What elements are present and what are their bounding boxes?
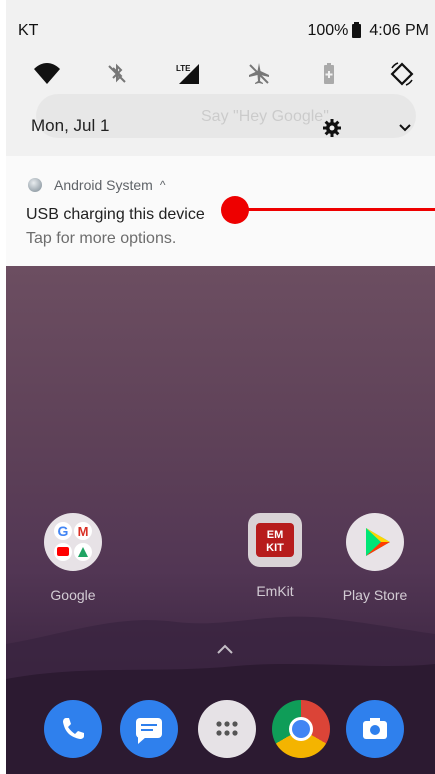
touch-trace-line xyxy=(246,208,435,211)
auto-rotate-icon[interactable] xyxy=(384,56,420,92)
app-google-folder[interactable]: G M Google xyxy=(38,513,108,603)
app-drawer-icon[interactable] xyxy=(198,700,256,758)
messages-icon[interactable] xyxy=(120,700,178,758)
app-play-store[interactable]: Play Store xyxy=(340,513,410,603)
svg-text:EM: EM xyxy=(267,529,284,541)
status-bar: KT 100% 4:06 PM xyxy=(6,0,435,40)
date-row: Mon, Jul 1 xyxy=(6,110,435,146)
android-system-icon xyxy=(28,178,42,192)
svg-text:G: G xyxy=(58,523,69,539)
notification-title: USB charging this device xyxy=(26,206,205,223)
battery-percent: 100% xyxy=(307,22,349,39)
notification-text: Tap for more options. xyxy=(26,230,177,247)
svg-text:M: M xyxy=(78,524,89,539)
app-label: Google xyxy=(50,587,96,603)
google-folder-icon: G M xyxy=(44,513,102,571)
battery-saver-icon[interactable] xyxy=(311,56,347,92)
chrome-icon[interactable] xyxy=(272,700,330,758)
expand-chevron-icon[interactable]: ^ xyxy=(160,178,166,192)
quick-settings-tiles: LTE xyxy=(6,56,435,92)
airplane-mode-icon[interactable] xyxy=(241,56,277,92)
clock: 4:06 PM xyxy=(369,22,429,39)
camera-icon[interactable] xyxy=(346,700,404,758)
app-emkit[interactable]: EM KIT EmKit xyxy=(240,513,310,599)
lte-signal-icon[interactable]: LTE xyxy=(169,56,205,92)
wifi-icon[interactable] xyxy=(29,56,65,92)
notification-app-name: Android System xyxy=(54,177,153,193)
lte-label: LTE xyxy=(176,64,191,73)
app-label: Play Store xyxy=(342,587,408,603)
bluetooth-off-icon[interactable] xyxy=(99,56,135,92)
chevron-down-icon[interactable] xyxy=(395,118,415,138)
screen: G M Google EM KIT EmKit Play Store Say "… xyxy=(0,0,435,774)
emkit-icon: EM KIT xyxy=(248,513,302,567)
battery-icon xyxy=(352,22,362,38)
carrier-label: KT xyxy=(18,22,39,39)
app-label: EmKit xyxy=(256,583,294,599)
gear-icon[interactable] xyxy=(322,118,342,138)
play-store-icon xyxy=(346,513,404,571)
phone-icon[interactable] xyxy=(44,700,102,758)
notification-header: Android System ^ xyxy=(28,177,165,193)
chevron-up-icon[interactable] xyxy=(216,643,234,655)
quick-settings-panel: Say "Hey Google" KT 100% 4:06 PM LTE Mon… xyxy=(6,0,435,156)
svg-text:KIT: KIT xyxy=(266,542,284,554)
status-right: 100% 4:06 PM xyxy=(307,22,429,40)
touch-point-indicator xyxy=(221,196,249,224)
date-label: Mon, Jul 1 xyxy=(31,116,110,135)
